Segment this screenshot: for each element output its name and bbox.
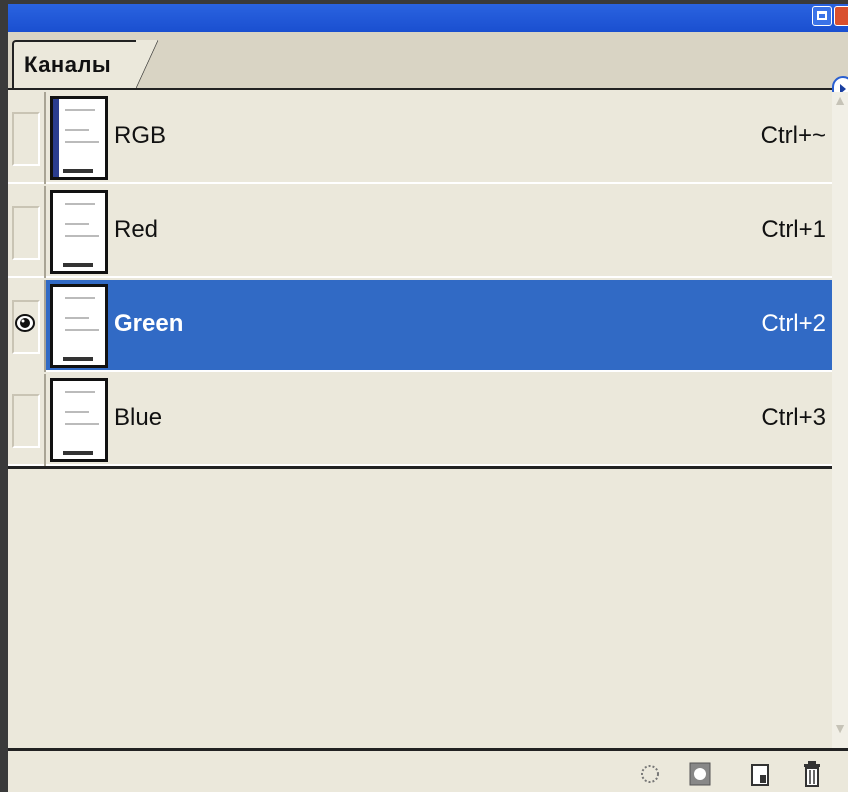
tab-strip: Каналы bbox=[8, 32, 848, 102]
save-selection-icon[interactable] bbox=[688, 759, 712, 789]
panel-titlebar[interactable] bbox=[8, 4, 848, 32]
trash-icon[interactable] bbox=[800, 759, 824, 789]
visibility-toggle[interactable] bbox=[12, 394, 40, 448]
channel-name: RGB bbox=[114, 122, 167, 149]
channel-row-red[interactable]: Red Ctrl+1 bbox=[8, 186, 832, 278]
eye-icon[interactable] bbox=[14, 312, 36, 334]
vertical-scrollbar[interactable]: ▲ ▼ bbox=[832, 92, 848, 748]
channel-row-blue[interactable]: Blue Ctrl+3 bbox=[8, 374, 832, 466]
channel-shortcut: Ctrl+1 bbox=[761, 216, 826, 243]
new-channel-icon[interactable] bbox=[748, 759, 772, 789]
close-button[interactable] bbox=[834, 6, 848, 26]
channel-thumbnail bbox=[50, 96, 108, 180]
channel-row-green[interactable]: Green Ctrl+2 bbox=[8, 280, 832, 372]
channel-name: Red bbox=[114, 216, 159, 243]
tab-channels[interactable]: Каналы bbox=[12, 40, 158, 88]
channel-name: Blue bbox=[114, 404, 163, 431]
visibility-cell[interactable] bbox=[8, 280, 46, 372]
channel-row-rgb[interactable]: RGB Ctrl+~ bbox=[8, 92, 832, 184]
tab-channels-label: Каналы bbox=[24, 52, 112, 77]
scroll-up-icon[interactable]: ▲ bbox=[832, 92, 848, 120]
channels-panel: Каналы RGB Ctrl+~ Red Ctrl+1 Green Ctrl+… bbox=[8, 4, 848, 792]
channel-shortcut: Ctrl+2 bbox=[761, 310, 826, 337]
channel-thumbnail bbox=[50, 284, 108, 368]
load-selection-icon[interactable] bbox=[638, 759, 662, 789]
visibility-cell[interactable] bbox=[8, 186, 46, 278]
restore-button[interactable] bbox=[812, 6, 832, 26]
channel-name: Green bbox=[114, 310, 184, 337]
list-end-divider bbox=[8, 466, 832, 469]
channel-list: RGB Ctrl+~ Red Ctrl+1 Green Ctrl+2 Blue … bbox=[8, 92, 832, 468]
visibility-toggle[interactable] bbox=[12, 206, 40, 260]
visibility-cell[interactable] bbox=[8, 374, 46, 466]
channel-thumbnail bbox=[50, 190, 108, 274]
panel-footer bbox=[8, 748, 848, 792]
visibility-cell[interactable] bbox=[8, 92, 46, 184]
visibility-toggle[interactable] bbox=[12, 112, 40, 166]
channel-shortcut: Ctrl+3 bbox=[761, 404, 826, 431]
scroll-down-icon[interactable]: ▼ bbox=[832, 720, 848, 748]
channel-shortcut: Ctrl+~ bbox=[760, 122, 826, 149]
channel-thumbnail bbox=[50, 378, 108, 462]
